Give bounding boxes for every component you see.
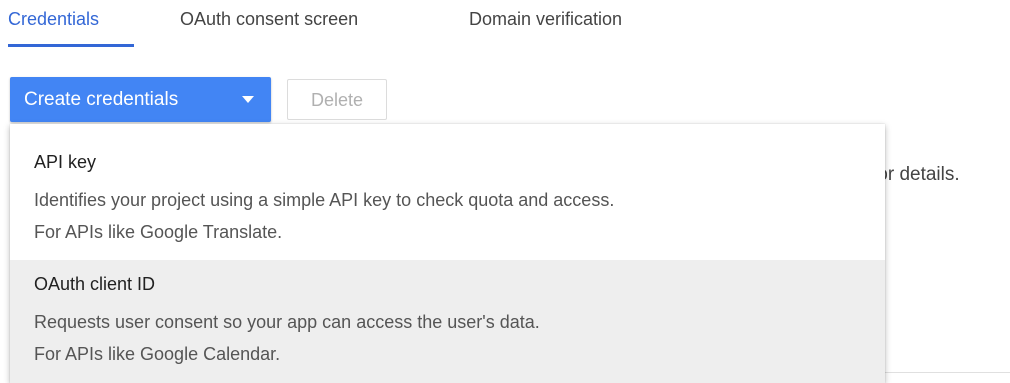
menu-item-description: Requests user consent so your app can ac…	[34, 312, 540, 332]
menu-item-description: For APIs like Google Translate.	[34, 222, 283, 242]
create-credentials-menu: API key Identifies your project using a …	[10, 124, 885, 383]
menu-item-title: API key	[34, 152, 97, 172]
create-credentials-button[interactable]: Create credentials	[10, 77, 271, 122]
tab-bar: Credentials OAuth consent screen Domain …	[0, 0, 1010, 48]
menu-item-description: Identifies your project using a simple A…	[34, 190, 615, 210]
tab-oauth-consent-screen[interactable]: OAuth consent screen	[180, 8, 358, 30]
divider	[884, 372, 1010, 373]
create-credentials-label: Create credentials	[24, 89, 179, 110]
tab-credentials[interactable]: Credentials	[8, 8, 99, 30]
menu-item-api-key[interactable]: API key Identifies your project using a …	[10, 124, 885, 260]
active-tab-indicator	[8, 44, 134, 47]
caret-down-icon	[242, 96, 254, 103]
menu-item-title: OAuth client ID	[34, 274, 156, 294]
menu-item-description: For APIs like Google Calendar.	[34, 344, 281, 364]
menu-item-oauth-client-id[interactable]: OAuth client ID Requests user consent so…	[10, 260, 885, 383]
background-details-text: for details.	[872, 164, 960, 185]
delete-button[interactable]: Delete	[287, 79, 387, 120]
tab-domain-verification[interactable]: Domain verification	[469, 8, 622, 30]
